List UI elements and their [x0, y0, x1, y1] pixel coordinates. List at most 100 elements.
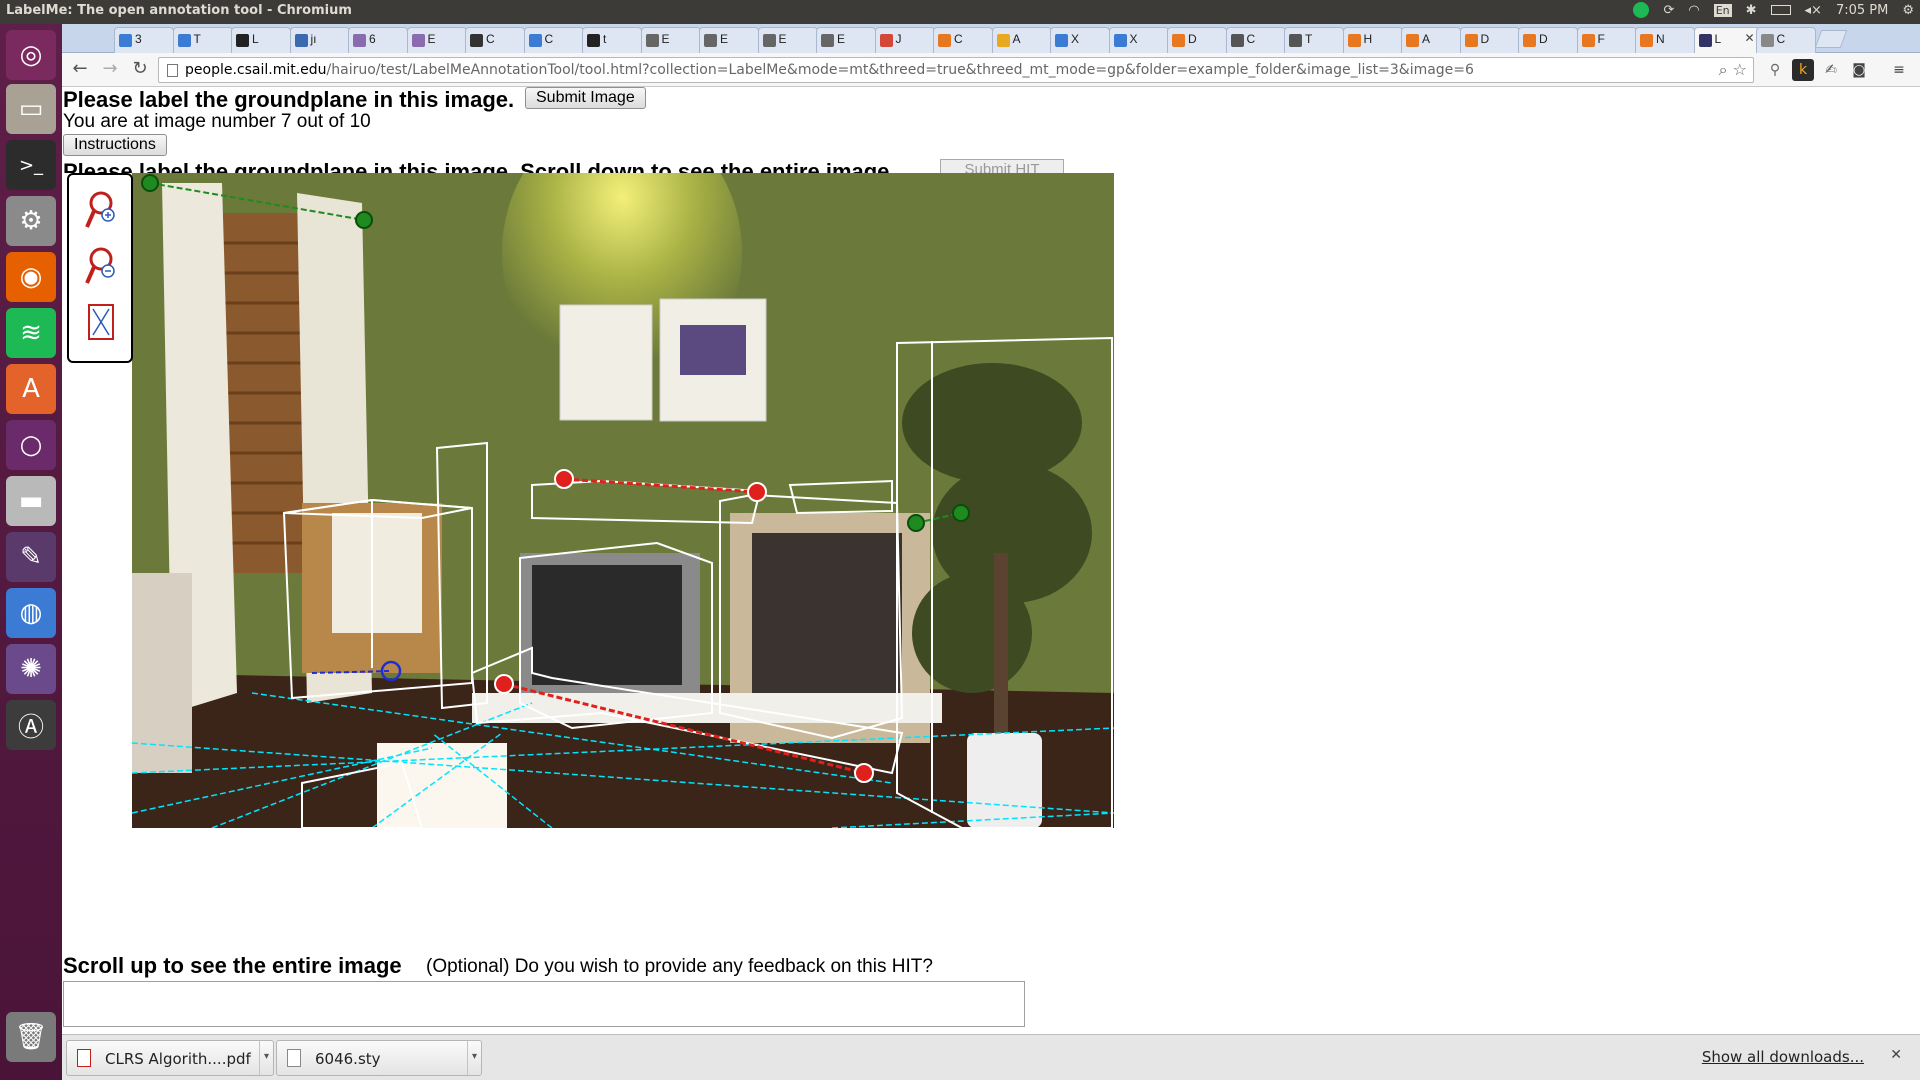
files-icon[interactable]: ▭: [6, 84, 56, 134]
url-path: /hairuo/test/LabelMeAnnotationTool/tool.…: [326, 62, 1474, 78]
browser-tab[interactable]: N: [1635, 27, 1695, 53]
address-bar[interactable]: people.csail.mit.edu/hairuo/test/LabelMe…: [158, 57, 1754, 83]
green-point[interactable]: [355, 211, 373, 229]
browser-tab[interactable]: E: [816, 27, 876, 53]
keyboard-indicator[interactable]: En: [1713, 3, 1732, 17]
tab-close-icon[interactable]: ✕: [1744, 31, 1754, 45]
chromium-icon[interactable]: ◍: [6, 588, 56, 638]
zoom-out-icon[interactable]: [83, 245, 119, 289]
feedback-textarea[interactable]: [63, 981, 1025, 1027]
tab-label: D: [1188, 32, 1197, 46]
update-icon[interactable]: Ⓐ: [6, 700, 56, 750]
close-icon[interactable]: ✕: [1890, 1047, 1902, 1063]
browser-tab[interactable]: t: [582, 27, 642, 53]
browser-tab[interactable]: X: [1108, 27, 1169, 53]
browser-tab[interactable]: 6: [348, 27, 408, 53]
ubuntu-home-icon[interactable]: ◎: [6, 30, 56, 80]
browser-tab[interactable]: J: [874, 27, 935, 53]
reload-button[interactable]: ↻: [128, 58, 152, 82]
trash-icon[interactable]: 🗑: [6, 1012, 56, 1062]
browser-tab[interactable]: F: [1576, 27, 1637, 53]
green-point[interactable]: [141, 174, 159, 192]
zoom-star-icons[interactable]: ⌕ ☆: [1719, 60, 1747, 80]
gear-icon[interactable]: ⚙: [1902, 3, 1914, 18]
browser-tab[interactable]: C: [465, 27, 525, 53]
browser-tab[interactable]: H: [1342, 27, 1403, 53]
browser-tab[interactable]: E: [757, 27, 818, 53]
spotify-tray-icon[interactable]: [1633, 2, 1650, 18]
bluetooth-icon[interactable]: ✱: [1746, 3, 1757, 18]
drive-icon[interactable]: ▬: [6, 476, 56, 526]
app-ring-icon[interactable]: ○: [6, 420, 56, 470]
zoom-in-icon[interactable]: [83, 189, 119, 233]
download-item-sty[interactable]: 6046.sty ▾: [276, 1040, 482, 1076]
download-item-pdf[interactable]: CLRS Algorith....pdf ▾: [66, 1040, 274, 1076]
forward-button[interactable]: →: [98, 58, 122, 82]
browser-tab[interactable]: D: [1518, 27, 1578, 53]
red-point[interactable]: [747, 482, 767, 502]
tab-favicon-icon: [470, 34, 483, 47]
green-point[interactable]: [907, 514, 925, 532]
firefox-icon[interactable]: ◉: [6, 252, 56, 302]
browser-tab[interactable]: C: [1225, 27, 1286, 53]
chevron-down-icon[interactable]: ▾: [467, 1041, 481, 1075]
clock[interactable]: 7:05 PM: [1836, 3, 1888, 18]
settings-icon[interactable]: ⚙: [6, 196, 56, 246]
browser-tab[interactable]: T: [172, 27, 233, 53]
browser-tab[interactable]: 3: [114, 27, 174, 53]
tab-favicon-icon: [1055, 34, 1068, 47]
browser-tab[interactable]: jı: [289, 27, 350, 53]
battery-icon[interactable]: [1770, 5, 1791, 15]
volume-icon[interactable]: ◂×: [1805, 3, 1822, 18]
tab-favicon-icon: [645, 34, 659, 47]
show-all-downloads-link[interactable]: Show all downloads...: [1702, 1048, 1864, 1066]
browser-tab[interactable]: E: [406, 27, 467, 53]
browser-tab[interactable]: E: [640, 27, 701, 53]
terminal-icon[interactable]: >_: [6, 140, 56, 190]
browser-tab[interactable]: E: [699, 27, 759, 53]
sync-icon[interactable]: ⟳: [1663, 3, 1674, 18]
annotation-canvas[interactable]: [132, 173, 1114, 828]
editor-icon[interactable]: ✎: [6, 532, 56, 582]
fit-to-screen-icon[interactable]: [83, 301, 119, 345]
browser-tab[interactable]: C: [1755, 27, 1816, 53]
browser-toolbar: ← → ↻ people.csail.mit.edu/hairuo/test/L…: [62, 53, 1920, 87]
browser-tab[interactable]: L ✕: [1693, 27, 1760, 53]
back-button[interactable]: ←: [68, 58, 92, 82]
browser-tab[interactable]: C: [523, 27, 584, 53]
red-point[interactable]: [854, 763, 874, 783]
pen-extension-icon[interactable]: ✍: [1820, 59, 1842, 81]
software-center-icon[interactable]: A: [6, 364, 56, 414]
tab-label: E: [427, 32, 436, 46]
browser-tab[interactable]: L: [231, 27, 291, 53]
browser-tab[interactable]: X: [1050, 27, 1110, 53]
new-tab-button[interactable]: [1814, 30, 1848, 48]
chevron-down-icon[interactable]: ▾: [259, 1041, 273, 1075]
browser-tab[interactable]: A: [991, 27, 1052, 53]
spotify-icon[interactable]: ≋: [6, 308, 56, 358]
instructions-button[interactable]: Instructions: [63, 134, 167, 156]
browser-tab[interactable]: D: [1459, 27, 1520, 53]
tab-favicon-icon: [879, 34, 893, 47]
tab-favicon-icon: [762, 34, 776, 47]
extension-icon[interactable]: ⚲: [1764, 59, 1786, 81]
browser-tab[interactable]: D: [1167, 27, 1227, 53]
k-extension-icon[interactable]: k: [1792, 59, 1814, 81]
browser-tab[interactable]: T: [1284, 27, 1344, 53]
red-point[interactable]: [494, 674, 514, 694]
submit-hit-button[interactable]: Submit HIT: [940, 159, 1064, 173]
tab-label: T: [1305, 32, 1313, 46]
green-point[interactable]: [952, 504, 970, 522]
menu-icon[interactable]: ≡: [1888, 59, 1910, 81]
submit-image-button[interactable]: Submit Image: [525, 87, 646, 109]
app-swirl-icon[interactable]: ✺: [6, 644, 56, 694]
red-point[interactable]: [554, 469, 574, 489]
browser-tab[interactable]: A: [1401, 27, 1461, 53]
tab-favicon-icon: [1760, 34, 1774, 47]
tab-favicon-icon: [1406, 34, 1419, 47]
tab-favicon-icon: [587, 34, 600, 47]
wifi-icon[interactable]: ◠: [1688, 3, 1699, 18]
browser-tab[interactable]: C: [933, 27, 993, 53]
tab-label: E: [837, 32, 846, 46]
pocket-icon[interactable]: ◙: [1848, 59, 1870, 81]
